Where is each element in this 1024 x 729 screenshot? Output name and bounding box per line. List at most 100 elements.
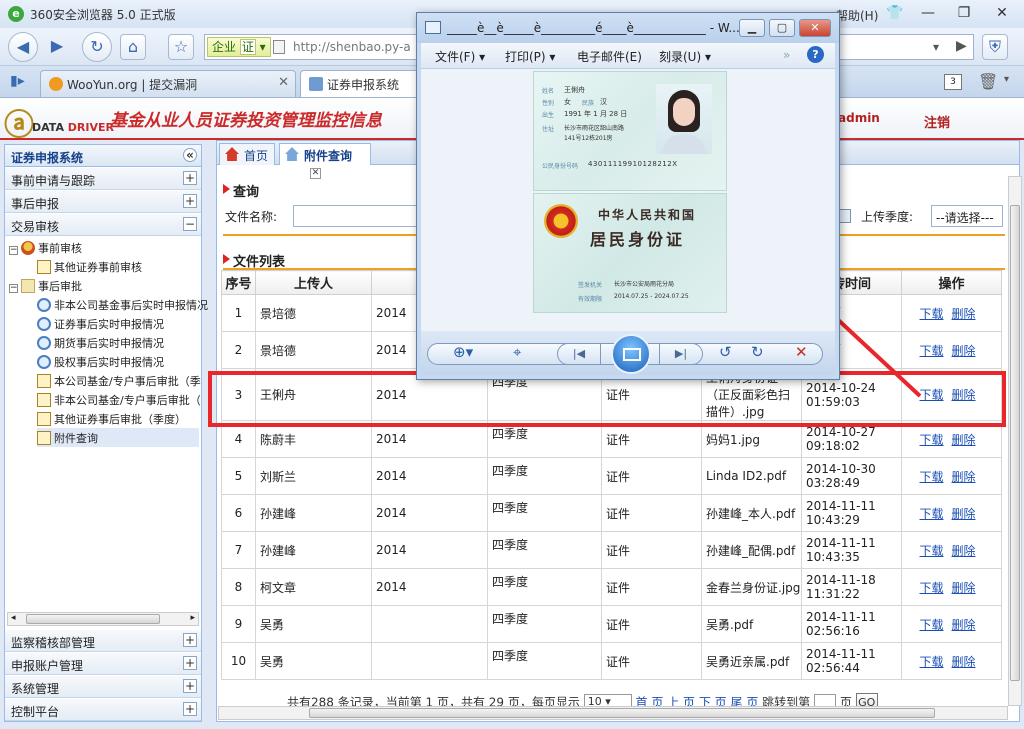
left-horizontal-scrollbar[interactable]: ◂ ▸ <box>7 612 199 626</box>
download-link[interactable]: 下载 <box>919 581 943 595</box>
minimize-button[interactable]: — <box>912 2 944 24</box>
download-link[interactable]: 下载 <box>919 655 943 669</box>
help-icon[interactable]: ? <box>807 46 824 63</box>
delete-link[interactable]: 删除 <box>952 507 976 521</box>
main-vertical-scrollbar[interactable] <box>1008 176 1022 706</box>
tree-node-securities-realtime[interactable]: 证券事后实时申报情况 <box>37 314 164 333</box>
collapse-panel-icon[interactable]: « <box>183 148 197 162</box>
delete-icon[interactable]: ✕ <box>795 343 808 361</box>
magnifier-icon <box>37 355 51 369</box>
tree-node-own-fund-approval[interactable]: 本公司基金/专户事后审批（季 <box>37 371 201 390</box>
download-link[interactable]: 下载 <box>919 344 943 358</box>
restore-button[interactable]: ❐ <box>948 2 980 24</box>
tree-node-futures-realtime[interactable]: 期货事后实时申报情况 <box>37 333 164 352</box>
forward-button[interactable]: ▶ <box>42 32 72 62</box>
tree-node-other-pre-review[interactable]: 其他证券事前审核 <box>37 257 142 276</box>
delete-link[interactable]: 删除 <box>952 581 976 595</box>
download-link[interactable]: 下载 <box>919 507 943 521</box>
expand-icon[interactable]: + <box>183 679 197 693</box>
tree-node-pre-review[interactable]: − 事前审核 <box>9 238 82 257</box>
tab-attachment-query[interactable]: 附件查询 ✕ <box>279 143 371 179</box>
delete-link[interactable]: 删除 <box>952 655 976 669</box>
accordion-pre-application[interactable]: 事前申请与跟踪 + <box>5 168 201 190</box>
delete-link[interactable]: 删除 <box>952 433 976 447</box>
previous-image-button[interactable]: |◀ <box>557 343 601 365</box>
download-link[interactable]: 下载 <box>919 470 943 484</box>
delete-link[interactable]: 删除 <box>952 544 976 558</box>
next-image-button[interactable]: ▶| <box>659 343 703 365</box>
delete-link[interactable]: 删除 <box>952 344 976 358</box>
tree-node-nonown-fund-approval[interactable]: 非本公司基金/专户事后审批（ <box>37 390 201 409</box>
tree-collapse-icon[interactable]: − <box>9 246 18 255</box>
home-button[interactable]: ⌂ <box>120 34 146 60</box>
viewer-maximize-button[interactable]: ▢ <box>769 19 795 37</box>
download-link[interactable]: 下载 <box>919 618 943 632</box>
download-link[interactable]: 下载 <box>919 307 943 321</box>
viewer-close-button[interactable]: ✕ <box>799 19 831 37</box>
download-link[interactable]: 下载 <box>919 433 943 447</box>
trash-icon[interactable]: 🗑 <box>978 72 998 91</box>
go-arrow-icon[interactable]: ▶ <box>956 38 967 54</box>
rotate-left-icon[interactable]: ↺ <box>719 343 732 361</box>
accordion-accounts[interactable]: 申报账户管理 + <box>5 653 201 675</box>
tree-node-other-post-approval[interactable]: 其他证券事后审批（季度） <box>37 409 186 428</box>
favorites-star-icon[interactable]: ☆ <box>168 34 194 60</box>
delete-link[interactable]: 删除 <box>952 307 976 321</box>
fit-window-icon[interactable]: ⌖ <box>513 343 521 361</box>
tab-home[interactable]: 首页 <box>219 143 275 165</box>
collapse-icon[interactable]: − <box>183 217 197 231</box>
tab-wooyun[interactable]: WooYun.org | 提交漏洞 ✕ <box>40 70 296 97</box>
url-dropdown-icon[interactable]: ▾ <box>933 40 939 54</box>
accordion-trade-review[interactable]: 交易审核 − <box>5 214 201 236</box>
tree-node-post-approval[interactable]: − 事后审批 <box>9 276 82 295</box>
expand-icon[interactable]: + <box>183 194 197 208</box>
tree-node-nonfund-realtime[interactable]: 非本公司基金事后实时申报情况 <box>37 295 208 314</box>
scrollbar-thumb[interactable] <box>26 614 160 624</box>
tree-node-equity-realtime[interactable]: 股权事后实时申报情况 <box>37 352 164 371</box>
zoom-icon[interactable]: ⊕▾ <box>453 343 473 361</box>
accordion-compliance[interactable]: 监察稽核部管理 + <box>5 630 201 652</box>
menu-file[interactable]: 文件(F) ▾ <box>435 48 485 65</box>
logout-link[interactable]: 注销 <box>924 112 950 131</box>
shield-icon[interactable]: ⛨ <box>982 34 1008 60</box>
delete-link[interactable]: 删除 <box>952 618 976 632</box>
tab-close-icon[interactable]: ✕ <box>278 75 289 90</box>
scrollbar-thumb[interactable] <box>1010 205 1020 681</box>
delete-link[interactable]: 删除 <box>952 470 976 484</box>
refresh-button[interactable]: ↻ <box>82 32 112 62</box>
accordion-system[interactable]: 系统管理 + <box>5 676 201 698</box>
expand-icon[interactable]: + <box>183 702 197 716</box>
help-menu[interactable]: 帮助(H) <box>836 7 878 24</box>
accordion-post-report[interactable]: 事后申报 + <box>5 191 201 213</box>
expand-icon[interactable]: + <box>183 633 197 647</box>
slideshow-button[interactable] <box>611 334 651 374</box>
tab-count-badge[interactable]: 3 <box>944 74 962 90</box>
file-name-input[interactable] <box>293 205 423 227</box>
tab-close-icon[interactable]: ✕ <box>310 168 321 179</box>
download-link[interactable]: 下载 <box>919 544 943 558</box>
cell-actions: 下载 删除 <box>901 642 1002 680</box>
tree-collapse-icon[interactable]: − <box>9 284 18 293</box>
menu-email[interactable]: 电子邮件(E) <box>577 48 642 65</box>
skin-icon[interactable]: 👕 <box>886 5 903 21</box>
trash-dropdown-icon[interactable]: ▾ <box>1004 74 1009 85</box>
close-button[interactable]: ✕ <box>986 2 1018 24</box>
accordion-console[interactable]: 控制平台 + <box>5 699 201 721</box>
viewer-minimize-button[interactable]: ▁ <box>739 19 765 37</box>
main-horizontal-scrollbar[interactable] <box>218 706 1008 720</box>
expand-icon[interactable]: + <box>183 656 197 670</box>
scroll-right-icon[interactable]: ▸ <box>190 613 195 623</box>
menu-more-icon[interactable]: » <box>783 48 790 62</box>
sidebar-toggle-icon[interactable]: ▮▸ <box>10 73 25 89</box>
back-button[interactable]: ◀ <box>8 32 38 62</box>
tree-node-attachment-query[interactable]: 附件查询 <box>37 428 199 447</box>
upload-quarter-select[interactable]: --请选择--- <box>931 205 1003 227</box>
expand-icon[interactable]: + <box>183 171 197 185</box>
menu-burn[interactable]: 刻录(U) ▾ <box>659 48 711 65</box>
scroll-left-icon[interactable]: ◂ <box>11 613 16 623</box>
scrollbar-thumb[interactable] <box>309 708 935 718</box>
tab-shenbao[interactable]: 证券申报系统 <box>300 70 424 97</box>
rotate-right-icon[interactable]: ↻ <box>751 343 764 361</box>
enterprise-badge[interactable]: 企业 证 ▾ <box>207 37 271 57</box>
menu-print[interactable]: 打印(P) ▾ <box>505 48 555 65</box>
